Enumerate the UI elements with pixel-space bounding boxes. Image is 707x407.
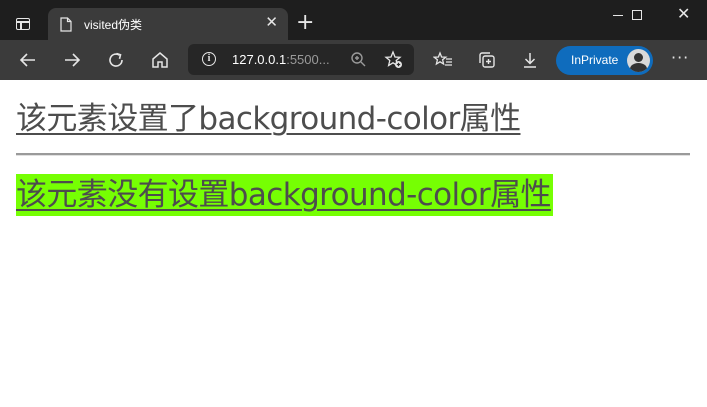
link-with-background[interactable]: 该元素设置了background-color属性 xyxy=(16,100,521,138)
link-without-background[interactable]: 该元素没有设置background-color属性 xyxy=(16,174,553,216)
new-tab-button[interactable]: + xyxy=(296,12,314,34)
maximize-icon xyxy=(632,10,642,20)
inprivate-label: InPrivate xyxy=(571,53,619,67)
window-close-button[interactable]: ✕ xyxy=(661,0,707,32)
maximize-button[interactable] xyxy=(614,0,660,32)
back-icon[interactable] xyxy=(18,50,38,70)
add-favorite-icon[interactable] xyxy=(384,50,403,69)
toolbar: i 127.0.0.1:5500... InPrivate ··· xyxy=(0,40,707,80)
avatar xyxy=(627,49,650,72)
tab-title: visited伪类 xyxy=(84,18,143,32)
tab-close-icon[interactable]: ✕ xyxy=(265,15,278,30)
home-icon[interactable] xyxy=(150,50,170,70)
horizontal-rule xyxy=(16,153,690,156)
tab-active[interactable]: visited伪类 ✕ xyxy=(48,8,288,40)
close-icon: ✕ xyxy=(677,4,691,23)
downloads-icon[interactable] xyxy=(520,50,540,70)
address-bar[interactable]: i 127.0.0.1:5500... xyxy=(188,44,414,75)
more-options-icon[interactable]: ··· xyxy=(671,48,689,67)
page-icon xyxy=(60,17,72,32)
forward-icon[interactable] xyxy=(62,50,82,70)
url-text[interactable]: 127.0.0.1:5500... xyxy=(232,52,330,67)
zoom-icon[interactable] xyxy=(350,51,367,68)
favorites-icon[interactable] xyxy=(433,50,453,70)
collections-icon[interactable] xyxy=(477,50,497,70)
inprivate-button[interactable]: InPrivate xyxy=(556,46,653,75)
tab-actions-icon[interactable] xyxy=(16,18,30,30)
title-bar: visited伪类 ✕ + ✕ xyxy=(0,0,707,40)
refresh-icon[interactable] xyxy=(106,50,126,70)
page-content: 该元素设置了background-color属性 该元素没有设置backgrou… xyxy=(0,80,707,407)
site-info-icon[interactable]: i xyxy=(202,52,216,66)
